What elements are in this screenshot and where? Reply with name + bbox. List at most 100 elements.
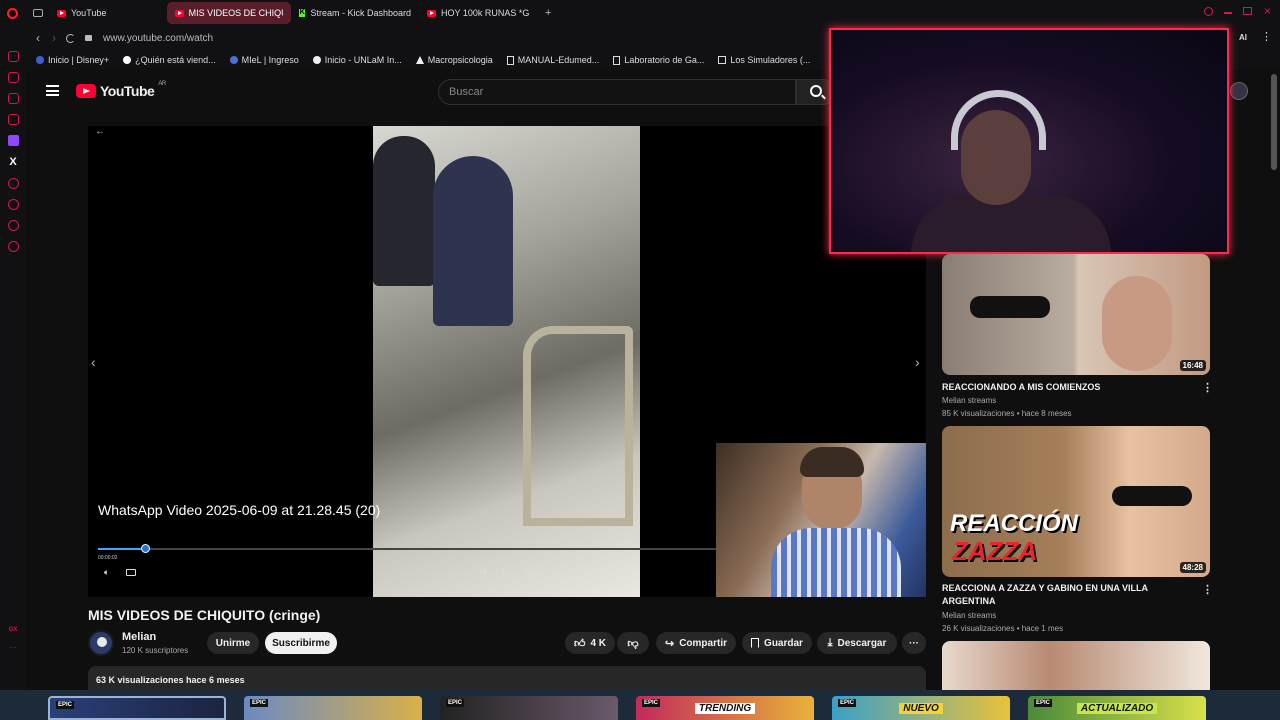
workspaces-icon[interactable] — [33, 9, 43, 17]
channel-name[interactable]: Melian — [122, 631, 156, 643]
tab-hoy-runas[interactable]: HOY 100k RUNAS *GRATIS — [419, 2, 541, 24]
rec-menu-icon[interactable]: ⋮ — [1202, 583, 1213, 596]
rec-title[interactable]: REACCIONANDO A MIS COMIENZOS — [942, 381, 1192, 394]
rec-thumbnail[interactable]: REACCIÓN ZAZZA 48:28 — [942, 426, 1210, 577]
taskbar-item[interactable]: EPIC — [48, 696, 226, 720]
ai-label[interactable]: AI — [1239, 33, 1247, 42]
player-icon[interactable] — [7, 178, 19, 189]
twitch-icon[interactable] — [7, 135, 19, 146]
rec-thumbnail[interactable]: 16:48 — [942, 254, 1210, 375]
sidebar-more-icon[interactable]: ··· — [9, 643, 17, 652]
messenger-icon[interactable] — [7, 93, 19, 104]
bookmark-miel[interactable]: MIeL | Ingreso — [229, 55, 299, 65]
forward-icon[interactable]: › — [52, 31, 56, 45]
back-arrow-icon[interactable]: ← — [95, 126, 105, 137]
menu-hamburger-icon[interactable] — [46, 85, 59, 96]
search-input[interactable]: Buscar — [438, 79, 796, 105]
bookmark-simuladores[interactable]: Los Simuladores (... — [718, 55, 810, 65]
rec-thumbnail[interactable] — [942, 641, 1210, 690]
taskbar-item[interactable]: EPIC TRENDING — [636, 696, 814, 720]
volume-icon[interactable]: 🔈︎ — [104, 567, 109, 578]
back-icon[interactable]: ‹ — [36, 31, 40, 45]
chat-icon[interactable] — [7, 220, 19, 231]
bookmark-manual[interactable]: MANUAL-Edumed... — [506, 55, 599, 65]
youtube-icon — [427, 9, 436, 17]
person-figure — [373, 136, 435, 286]
rec-menu-icon[interactable]: ⋮ — [1202, 381, 1213, 394]
play-icon[interactable]: ▷ — [503, 567, 510, 578]
maximize-icon[interactable] — [1243, 7, 1252, 15]
school-chair — [523, 326, 633, 526]
download-icon: ⤓ — [827, 636, 833, 649]
next-arrow-icon[interactable]: › — [915, 354, 920, 370]
bookmark-unlam[interactable]: Inicio - UNLaM In... — [312, 55, 402, 65]
more-actions-button[interactable]: ··· — [902, 632, 926, 654]
taskbar-item[interactable]: EPIC ACTUALIZADO — [1028, 696, 1206, 720]
bookmark-disney[interactable]: Inicio | Disney+ — [36, 55, 109, 65]
thumbnail-text: ZAZZA — [952, 536, 1038, 566]
globe-icon — [123, 56, 132, 64]
download-button[interactable]: ⤓ Descargar — [817, 632, 897, 654]
document-icon — [506, 55, 514, 65]
previous-arrow-icon[interactable]: ‹ — [91, 354, 96, 370]
sunglasses-icon — [970, 296, 1050, 318]
news-icon[interactable] — [7, 114, 19, 125]
sunglasses-icon — [1112, 486, 1192, 506]
more-dots-icon: ··· — [909, 637, 919, 649]
new-tab-plus-icon[interactable]: + — [545, 7, 551, 19]
reload-icon[interactable] — [66, 33, 75, 43]
progress-fill — [98, 548, 146, 550]
youtube-logo[interactable]: YouTube AR — [76, 81, 166, 99]
avatar-icon[interactable] — [1230, 82, 1248, 100]
x-twitter-icon[interactable]: X — [9, 156, 16, 168]
minimize-icon[interactable] — [1224, 12, 1232, 14]
settings-gear-icon[interactable] — [7, 241, 19, 252]
join-button[interactable]: Unirme — [207, 632, 259, 654]
history-icon[interactable] — [7, 199, 19, 210]
subscribe-button[interactable]: Suscribirme — [265, 632, 337, 654]
tab-kick-dashboard[interactable]: K Stream - Kick Dashboard — [291, 2, 419, 24]
taskbar-item[interactable]: EPIC — [244, 696, 422, 720]
taskbar-item[interactable]: EPIC — [440, 696, 618, 720]
description-box[interactable]: 63 K visualizaciones hace 6 meses — [88, 666, 926, 690]
dislike-button[interactable]: 👎︎ — [617, 632, 649, 654]
video-player[interactable]: ← ‹ › WhatsApp Video 2025-06-09 at 21.28… — [88, 126, 926, 597]
rec-title[interactable]: REACCIONA A ZAZZA Y GABINO EN UNA VILLA … — [942, 582, 1192, 608]
url-field[interactable]: www.youtube.com/watch — [103, 33, 213, 44]
bookmark-laboratorio[interactable]: Laboratorio de Ga... — [613, 55, 704, 65]
duration-badge: 48:28 — [1179, 562, 1206, 573]
close-icon[interactable]: × — [1264, 4, 1271, 18]
like-button[interactable]: 👍︎ 4 K — [565, 632, 615, 654]
taskbar-item[interactable]: EPIC NUEVO — [832, 696, 1010, 720]
striped-shirt — [771, 528, 901, 597]
gx-label[interactable]: GX — [9, 627, 18, 633]
lock-icon — [85, 35, 92, 41]
video-caption: WhatsApp Video 2025-06-09 at 21.28.45 (2… — [98, 502, 381, 518]
browser-menu-icon[interactable]: ⋮ — [1261, 30, 1272, 43]
page-scrollbar[interactable] — [1271, 74, 1277, 170]
rec-channel[interactable]: Melian streams — [942, 396, 996, 405]
channel-avatar[interactable] — [88, 630, 114, 656]
speed-dial-icon[interactable] — [7, 51, 19, 62]
rewind-icon[interactable]: ↺ — [480, 567, 488, 578]
tab-youtube[interactable]: YouTube — [49, 2, 167, 24]
search-tabs-icon[interactable] — [1204, 7, 1213, 16]
bookmark-macropsicologia[interactable]: Macropsicologia — [415, 55, 493, 65]
shopping-icon[interactable] — [7, 72, 19, 83]
rec-channel[interactable]: Melian streams — [942, 611, 996, 620]
opera-logo-icon[interactable] — [7, 7, 18, 19]
share-button[interactable]: ↪ Compartir — [656, 632, 736, 654]
face-figure — [1102, 276, 1172, 371]
save-button[interactable]: Guardar — [742, 632, 812, 654]
bookmark-quien-esta[interactable]: ¿Quién está viend... — [123, 55, 216, 65]
progress-handle[interactable] — [141, 544, 151, 553]
streamer-body — [911, 195, 1111, 252]
forward-icon[interactable]: ↻ — [525, 567, 533, 578]
building-icon — [718, 56, 727, 64]
triangle-icon — [415, 56, 424, 64]
miel-icon — [229, 56, 238, 64]
tab-mis-videos[interactable]: MIS VIDEOS DE CHIQUITO — [167, 2, 291, 24]
streamer-facecam — [829, 28, 1229, 254]
rec-meta: 85 K visualizaciones • hace 8 meses — [942, 409, 1072, 418]
captions-icon[interactable] — [126, 569, 136, 576]
